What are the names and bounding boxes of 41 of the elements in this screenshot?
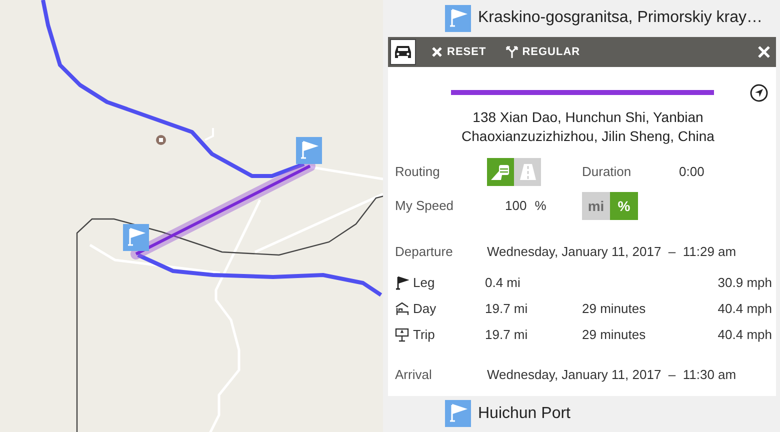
arrival-label: Arrival <box>395 367 433 382</box>
road-toggle[interactable] <box>514 158 541 186</box>
speed-value: 30.9 mph <box>716 275 772 290</box>
duration-label: Duration <box>582 164 632 180</box>
stat-label: Trip <box>413 327 435 342</box>
origin-name: Kraskino-gosgranitsa, Primorskiy kray… <box>478 9 763 28</box>
terrain-icon <box>490 162 510 181</box>
departure-label: Departure <box>395 244 454 260</box>
segment-address: 138 Xian Dao, Hunchun Shi, Yanbian Chaoxianzuzizhizhou, Jilin Sheng, China <box>460 108 716 146</box>
close-icon[interactable] <box>758 46 770 58</box>
time-value: 29 minutes <box>582 327 647 342</box>
reset-button[interactable]: RESET <box>429 44 488 60</box>
time-value: 29 minutes <box>582 301 647 316</box>
road-icon <box>518 162 538 181</box>
speed-value: 40.4 mph <box>716 327 772 342</box>
close-icon <box>431 46 443 58</box>
navigate-icon[interactable] <box>750 84 768 102</box>
speed-label: My Speed <box>395 198 455 214</box>
destination-name: Huichun Port <box>478 404 570 423</box>
duration-value: 0:00 <box>679 164 706 180</box>
stat-label: Leg <box>413 275 435 290</box>
distance-value: 19.7 mi <box>485 301 529 316</box>
departure-time: Wednesday, January 11, 2017 – 11:29 am <box>487 244 738 260</box>
unit-toggle[interactable]: mi <box>582 192 610 220</box>
arrival-time: Wednesday, January 11, 2017 – 11:30 am <box>487 367 738 382</box>
bed-icon <box>395 302 409 316</box>
speed-value: 100 <box>505 198 527 214</box>
car-icon[interactable] <box>390 38 416 65</box>
billboard-icon <box>395 328 409 342</box>
fork-icon <box>506 46 518 58</box>
flag-icon <box>445 4 471 32</box>
speed-unit: % <box>534 198 546 214</box>
routing-label: Routing <box>395 164 441 180</box>
flag-icon <box>445 400 471 428</box>
stat-label: Day <box>413 301 436 316</box>
distance-value: 19.7 mi <box>485 327 529 342</box>
speed-value: 40.4 mph <box>716 301 772 316</box>
offroad-toggle[interactable] <box>487 158 514 186</box>
distance-value: 0.4 mi <box>485 275 522 290</box>
route-mode-button[interactable]: REGULAR <box>504 44 582 60</box>
flag-icon <box>395 276 409 290</box>
